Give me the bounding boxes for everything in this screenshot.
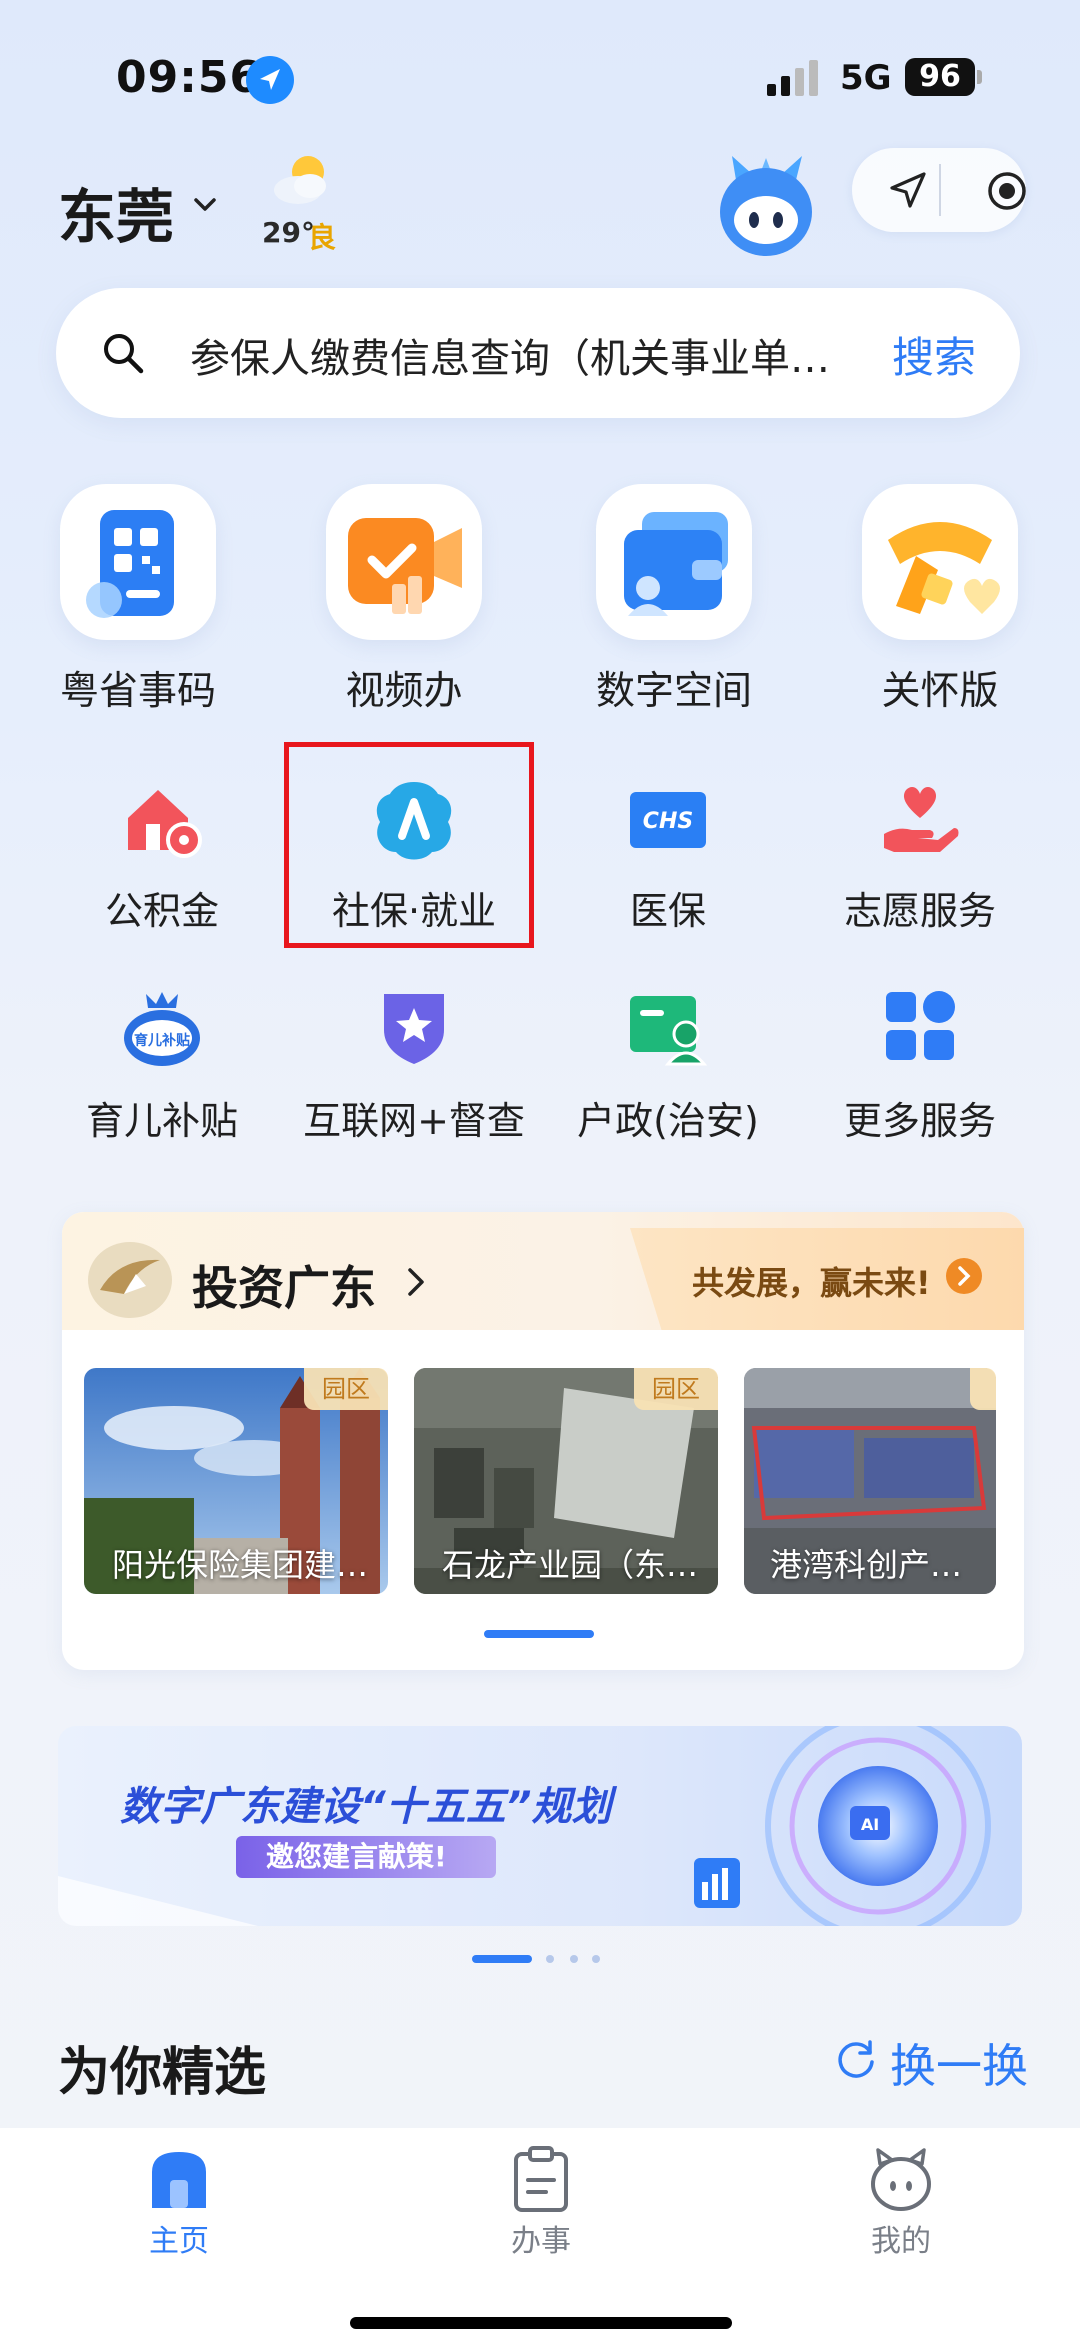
childcare-badge-text: 育儿补贴 bbox=[134, 1033, 190, 1049]
service-label: 关怀版 bbox=[881, 669, 999, 714]
chevron-right-icon[interactable] bbox=[404, 1264, 430, 1300]
carousel-scroll-indicator bbox=[484, 1630, 594, 1638]
service-label: 粤省事码 bbox=[59, 669, 216, 714]
clipboard-icon[interactable] bbox=[506, 2146, 576, 2212]
assistant-mascot-icon[interactable] bbox=[710, 150, 822, 262]
grid-icon[interactable] bbox=[878, 984, 962, 1068]
project-tag: 园区 bbox=[304, 1368, 388, 1410]
picks-section-title: 为你精选 bbox=[58, 2043, 267, 2103]
project-tag-partial bbox=[970, 1368, 996, 1410]
svg-text:CHS: CHS bbox=[643, 809, 693, 834]
service-label[interactable]: 互联网+督查 bbox=[284, 1090, 544, 1145]
project-caption: 阳光保险集团建设项目 bbox=[112, 1546, 382, 1584]
arrow-right-circle-icon[interactable] bbox=[946, 1258, 982, 1294]
qr-code-icon bbox=[86, 510, 174, 618]
tab-home[interactable]: 主页 bbox=[119, 2216, 239, 2260]
refresh-icon[interactable] bbox=[834, 2036, 878, 2080]
invest-logo-icon bbox=[88, 1242, 172, 1318]
home-indicator bbox=[350, 2317, 732, 2329]
carousel-dot[interactable] bbox=[570, 1955, 578, 1963]
chs-icon[interactable]: CHS bbox=[626, 778, 710, 862]
network-type: 5G bbox=[840, 58, 892, 98]
chevron-down-icon[interactable] bbox=[190, 190, 220, 220]
partly-cloudy-icon bbox=[274, 156, 326, 204]
home-icon[interactable] bbox=[144, 2146, 214, 2212]
banner-subtitle: 邀您建言献策! bbox=[236, 1836, 496, 1878]
service-tile-yueshengshi-code[interactable] bbox=[60, 484, 216, 640]
service-label: 数字空间 bbox=[595, 669, 752, 714]
search-icon bbox=[104, 334, 144, 374]
service-label[interactable]: 医保 bbox=[538, 880, 798, 935]
carousel-dot[interactable] bbox=[592, 1955, 600, 1963]
battery-indicator: 96 bbox=[905, 58, 975, 96]
carousel-dot-active[interactable] bbox=[472, 1955, 532, 1963]
tab-services[interactable]: 办事 bbox=[481, 2216, 601, 2260]
carousel-dot[interactable] bbox=[546, 1955, 554, 1963]
video-icon bbox=[348, 518, 462, 614]
battery-tip bbox=[977, 70, 982, 84]
air-quality: 良 bbox=[308, 221, 337, 254]
service-tile-care-mode[interactable] bbox=[862, 484, 1018, 640]
status-time: 09:56 bbox=[116, 52, 262, 103]
service-label[interactable]: 更多服务 bbox=[790, 1090, 1050, 1145]
profile-mascot-icon[interactable] bbox=[866, 2146, 936, 2212]
service-tile-digital-space[interactable] bbox=[596, 484, 752, 640]
svg-text:AI: AI bbox=[861, 1815, 879, 1834]
invest-slogan[interactable]: 共发展，赢未来! bbox=[692, 1258, 931, 1304]
project-tag: 园区 bbox=[634, 1368, 718, 1410]
service-tile-video[interactable] bbox=[326, 484, 482, 640]
project-caption: 港湾科创产融中心 bbox=[770, 1546, 994, 1584]
banner-title: 数字广东建设“十五五”规划 bbox=[120, 1784, 612, 1830]
service-label[interactable]: 户政(治安) bbox=[538, 1090, 798, 1145]
search-button[interactable]: 搜索 bbox=[892, 324, 976, 385]
service-label[interactable]: 育儿补贴 bbox=[32, 1090, 292, 1145]
shield-star-icon[interactable] bbox=[372, 984, 456, 1068]
tab-mine[interactable]: 我的 bbox=[841, 2216, 961, 2260]
service-label[interactable]: 公积金 bbox=[32, 880, 292, 935]
navigation-icon[interactable] bbox=[886, 168, 930, 212]
wallet-icon bbox=[624, 512, 728, 616]
invest-title[interactable]: 投资广东 bbox=[192, 1252, 376, 1318]
heart-hand-icon[interactable] bbox=[878, 778, 962, 862]
refresh-button[interactable]: 换一换 bbox=[890, 2030, 1028, 2096]
city-selector[interactable]: 东莞 bbox=[58, 170, 174, 254]
location-arrow-icon bbox=[246, 56, 294, 104]
record-target-icon[interactable] bbox=[986, 170, 1028, 212]
highlight-box bbox=[284, 742, 534, 948]
project-caption: 石龙产业园（东莞） bbox=[442, 1546, 712, 1584]
house-fund-icon[interactable] bbox=[120, 778, 204, 862]
service-label: 视频办 bbox=[345, 669, 463, 714]
signal-icon bbox=[767, 60, 818, 96]
household-registration-icon[interactable] bbox=[626, 984, 710, 1068]
search-input[interactable]: 参保人缴费信息查询（机关事业单位养老保险） bbox=[190, 326, 830, 384]
service-label[interactable]: 志愿服务 bbox=[790, 880, 1050, 935]
childcare-subsidy-icon[interactable] bbox=[120, 984, 204, 1068]
pill-divider bbox=[939, 164, 941, 216]
scarf-icon bbox=[888, 522, 1000, 614]
